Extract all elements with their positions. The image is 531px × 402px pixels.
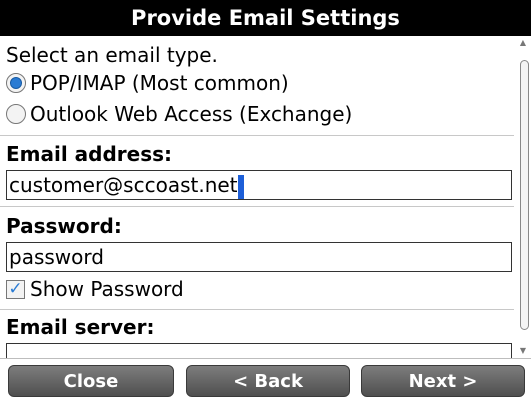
- scroll-up-arrow-icon[interactable]: ▲: [518, 38, 528, 48]
- email-address-value: customer@sccoast.net: [9, 173, 238, 197]
- radio-pop-imap-label: POP/IMAP (Most common): [30, 71, 289, 95]
- settings-form: Select an email type. POP/IMAP (Most com…: [0, 36, 514, 358]
- radio-pop-imap[interactable]: POP/IMAP (Most common): [6, 69, 289, 97]
- show-password-label: Show Password: [30, 277, 184, 301]
- password-value: password: [9, 245, 104, 269]
- button-bar: Close < Back Next >: [0, 358, 531, 402]
- screen-title: Provide Email Settings: [131, 6, 400, 30]
- radio-outlook-label: Outlook Web Access (Exchange): [30, 102, 353, 126]
- title-bar: Provide Email Settings: [0, 0, 531, 36]
- section-divider: [0, 309, 514, 310]
- next-button[interactable]: Next >: [361, 365, 525, 397]
- password-field[interactable]: password: [6, 242, 512, 272]
- email-address-label: Email address:: [6, 142, 173, 166]
- email-server-field[interactable]: [6, 343, 512, 358]
- email-server-label: Email server:: [6, 315, 155, 339]
- radio-outlook-web-access[interactable]: Outlook Web Access (Exchange): [6, 100, 352, 128]
- radio-unselected-icon[interactable]: [6, 104, 26, 124]
- email-type-prompt: Select an email type.: [6, 43, 218, 67]
- section-divider: [0, 135, 514, 136]
- close-button[interactable]: Close: [8, 365, 174, 397]
- back-button[interactable]: < Back: [186, 365, 350, 397]
- checkmark-icon[interactable]: ✓: [6, 279, 25, 299]
- email-address-field[interactable]: customer@sccoast.net: [6, 170, 512, 200]
- scroll-thumb[interactable]: [520, 60, 529, 330]
- vertical-scrollbar[interactable]: ▲ ▼: [516, 36, 530, 358]
- radio-selected-icon[interactable]: [6, 73, 26, 93]
- section-divider: [0, 206, 514, 207]
- show-password-checkbox[interactable]: ✓ Show Password: [6, 276, 184, 302]
- password-label: Password:: [6, 214, 122, 238]
- scroll-down-arrow-icon[interactable]: ▼: [518, 346, 528, 356]
- text-cursor: [237, 174, 244, 199]
